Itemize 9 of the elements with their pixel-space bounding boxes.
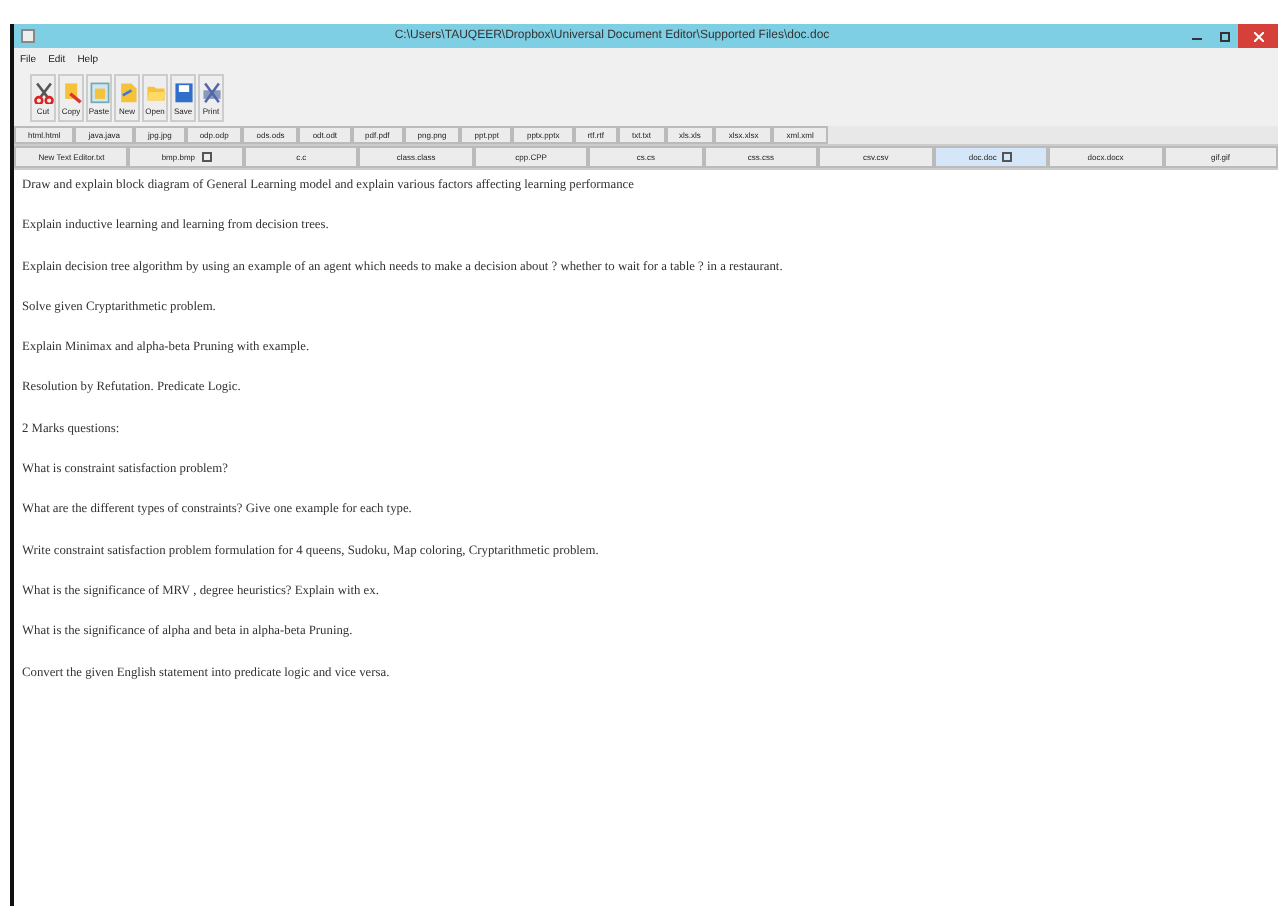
close-button[interactable] <box>1238 24 1278 48</box>
new-file-icon <box>115 80 139 104</box>
paste-icon <box>87 80 111 104</box>
copy-icon <box>59 80 83 104</box>
scissors-icon <box>31 80 55 104</box>
print-icon <box>199 80 223 104</box>
save-icon <box>171 80 195 104</box>
app-icon <box>20 28 36 44</box>
maximize-icon <box>1219 31 1229 41</box>
